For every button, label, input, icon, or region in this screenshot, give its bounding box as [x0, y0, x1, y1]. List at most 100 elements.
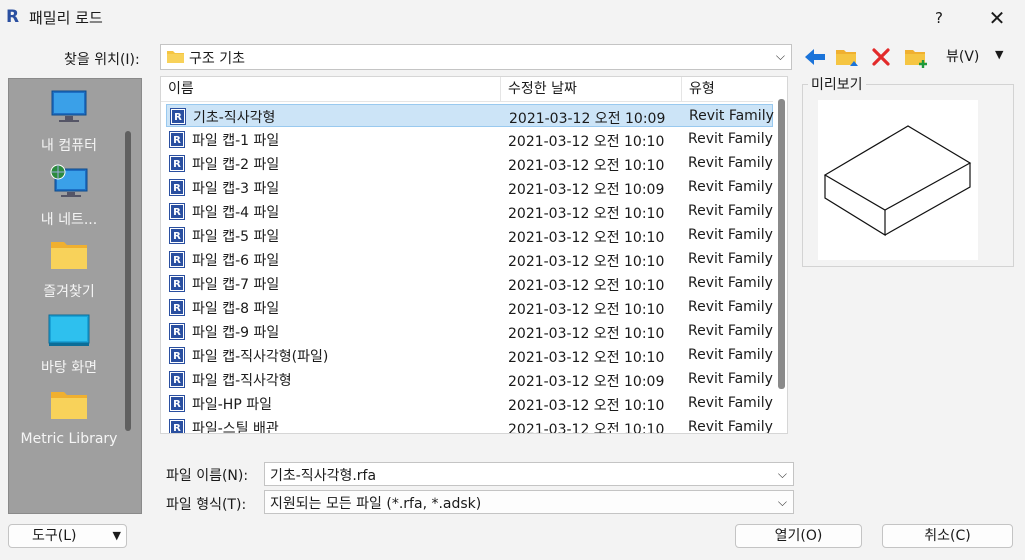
file-row[interactable]: R 파일 캡-5 파일 2021-03-12 오전 10:10 Revit Famil… [166, 224, 773, 247]
revit-app-icon: R [6, 7, 20, 27]
file-date-cell: 2021-03-12 오전 10:10 [508, 254, 665, 270]
chevron-down-icon[interactable]: ▼ [113, 525, 121, 547]
place-label: 즐겨찾기 [43, 284, 95, 300]
window-title: 패밀리 로드 [29, 9, 103, 27]
revit-family-icon: R [169, 275, 185, 292]
back-arrow-icon[interactable] [802, 44, 828, 70]
svg-text:R: R [173, 231, 181, 242]
help-button[interactable]: ? [922, 4, 956, 32]
rectangular-footing-preview [823, 125, 972, 237]
revit-family-icon: R [169, 371, 185, 388]
file-row[interactable]: R 파일 캡-3 파일 2021-03-12 오전 10:09 Revit Famil… [166, 176, 773, 199]
desktop-icon [48, 314, 90, 346]
place-favorites[interactable]: 즐겨찾기 [9, 239, 129, 301]
place-network[interactable]: 내 네트... [9, 163, 129, 229]
cancel-button[interactable]: 취소(C) [882, 524, 1013, 548]
place-label: 내 네트... [40, 212, 98, 228]
svg-text:R: R [174, 112, 182, 123]
file-row[interactable]: R 파일 캡-8 파일 2021-03-12 오전 10:10 Revit Famil… [166, 296, 773, 319]
file-name-cell: 파일 캡-5 파일 [192, 229, 280, 245]
file-list[interactable]: ^ 이름 수정한 날짜 유형 R 기초-직사각형 2021-03-12 오전 10:… [160, 76, 788, 434]
file-date-cell: 2021-03-12 오전 10:09 [508, 374, 665, 390]
file-date-cell: 2021-03-12 오전 10:10 [508, 398, 665, 414]
file-date-cell: 2021-03-12 오전 10:10 [508, 326, 665, 342]
column-header: ^ 이름 수정한 날짜 유형 [161, 77, 773, 102]
svg-text:R: R [173, 183, 181, 194]
revit-family-icon: R [170, 108, 186, 125]
file-name-cell: 파일 캡-8 파일 [192, 301, 280, 317]
folder-icon [51, 392, 87, 419]
place-label: Metric Library [20, 431, 118, 447]
file-row[interactable]: R 기초-직사각형 2021-03-12 오전 10:09 Revit Family [166, 104, 774, 127]
svg-text:R: R [173, 207, 181, 218]
new-folder-icon[interactable] [903, 44, 929, 70]
svg-text:R: R [173, 279, 181, 290]
place-label: 내 컴퓨터 [41, 138, 97, 154]
chevron-down-icon[interactable]: ⌵ [778, 495, 787, 510]
file-name-cell: 기초-직사각형 [193, 110, 276, 126]
revit-family-icon: R [169, 347, 185, 364]
file-name-value: 기초-직사각형.rfa [270, 468, 377, 484]
file-type-cell: Revit Family [688, 347, 773, 363]
tools-button[interactable]: 도구(L) ▼ [8, 524, 127, 548]
column-header-date[interactable]: 수정한 날짜 [501, 77, 682, 102]
revit-family-icon: R [169, 227, 185, 244]
revit-family-icon: R [169, 131, 185, 148]
column-header-type[interactable]: 유형 [682, 77, 782, 102]
file-type-value: 지원되는 모든 파일 (*.rfa, *.adsk) [270, 496, 482, 512]
revit-family-icon: R [169, 155, 185, 172]
look-in-dropdown[interactable]: 구조 기초 ⌵ [160, 44, 792, 70]
file-row[interactable]: R 파일-스틸 배관 2021-03-12 오전 10:10 Revit Family [166, 416, 773, 434]
column-header-name[interactable]: 이름 [161, 77, 501, 102]
chevron-down-icon[interactable]: ⌵ [778, 467, 787, 482]
up-folder-icon[interactable] [834, 44, 860, 70]
file-type-cell: Revit Family [688, 251, 773, 267]
file-type-cell: Revit Family [688, 419, 773, 434]
file-type-cell: Revit Family [688, 131, 773, 147]
file-row[interactable]: R 파일 캡-직사각형 2021-03-12 오전 10:09 Revit Famil… [166, 368, 773, 391]
look-in-label: 찾을 위치(I): [64, 52, 140, 68]
chevron-down-icon[interactable]: ▼ [995, 48, 1003, 61]
chevron-down-icon[interactable]: ⌵ [776, 49, 785, 64]
preview-image [818, 100, 978, 260]
places-scrollbar[interactable] [125, 131, 131, 431]
svg-text:R: R [173, 351, 181, 362]
file-name-label: 파일 이름(N): [166, 468, 249, 484]
revit-family-icon: R [169, 395, 185, 412]
place-desktop[interactable]: 바탕 화면 [9, 313, 129, 377]
folder-icon [167, 51, 184, 63]
vertical-scrollbar[interactable] [778, 99, 785, 389]
file-row[interactable]: R 파일 캡-2 파일 2021-03-12 오전 10:10 Revit Famil… [166, 152, 773, 175]
file-type-cell: Revit Family [688, 299, 773, 315]
file-name-cell: 파일-스틸 배관 [192, 421, 279, 434]
svg-text:R: R [173, 375, 181, 386]
file-row[interactable]: R 파일 캡-직사각형(파일) 2021-03-12 오전 10:10 Revit F… [166, 344, 773, 367]
folder-icon [51, 242, 87, 269]
file-row[interactable]: R 파일 캡-4 파일 2021-03-12 오전 10:10 Revit Famil… [166, 200, 773, 223]
file-row[interactable]: R 파일-HP 파일 2021-03-12 오전 10:10 Revit Family [166, 392, 773, 415]
file-row[interactable]: R 파일 캡-1 파일 2021-03-12 오전 10:10 Revit Famil… [166, 128, 773, 151]
file-name-cell: 파일 캡-1 파일 [192, 133, 280, 149]
file-type-cell: Revit Family [688, 203, 773, 219]
place-my-computer[interactable]: 내 컴퓨터 [9, 89, 129, 155]
views-menu-button[interactable]: 뷰(V) [946, 46, 979, 66]
file-row[interactable]: R 파일 캡-7 파일 2021-03-12 오전 10:10 Revit Famil… [166, 272, 773, 295]
file-type-dropdown[interactable]: 지원되는 모든 파일 (*.rfa, *.adsk) ⌵ [264, 490, 794, 514]
delete-icon[interactable] [868, 44, 894, 70]
file-row[interactable]: R 파일 캡-6 파일 2021-03-12 오전 10:10 Revit Famil… [166, 248, 773, 271]
file-date-cell: 2021-03-12 오전 10:09 [508, 182, 665, 198]
open-button[interactable]: 열기(O) [735, 524, 862, 548]
preview-label: 미리보기 [808, 74, 866, 94]
file-name-input[interactable]: 기초-직사각형.rfa ⌵ [264, 462, 794, 486]
place-metric-library[interactable]: Metric Library [9, 389, 129, 447]
file-date-cell: 2021-03-12 오전 10:10 [508, 350, 665, 366]
file-row[interactable]: R 파일 캡-9 파일 2021-03-12 오전 10:10 Revit Famil… [166, 320, 773, 343]
file-name-cell: 파일-HP 파일 [192, 397, 272, 413]
network-icon [50, 164, 88, 197]
file-name-cell: 파일 캡-4 파일 [192, 205, 280, 221]
revit-family-icon: R [169, 419, 185, 433]
file-date-cell: 2021-03-12 오전 10:10 [508, 206, 665, 222]
file-type-cell: Revit Family [689, 108, 774, 124]
close-button[interactable]: ✕ [980, 4, 1014, 32]
tools-label: 도구(L) [32, 528, 77, 544]
